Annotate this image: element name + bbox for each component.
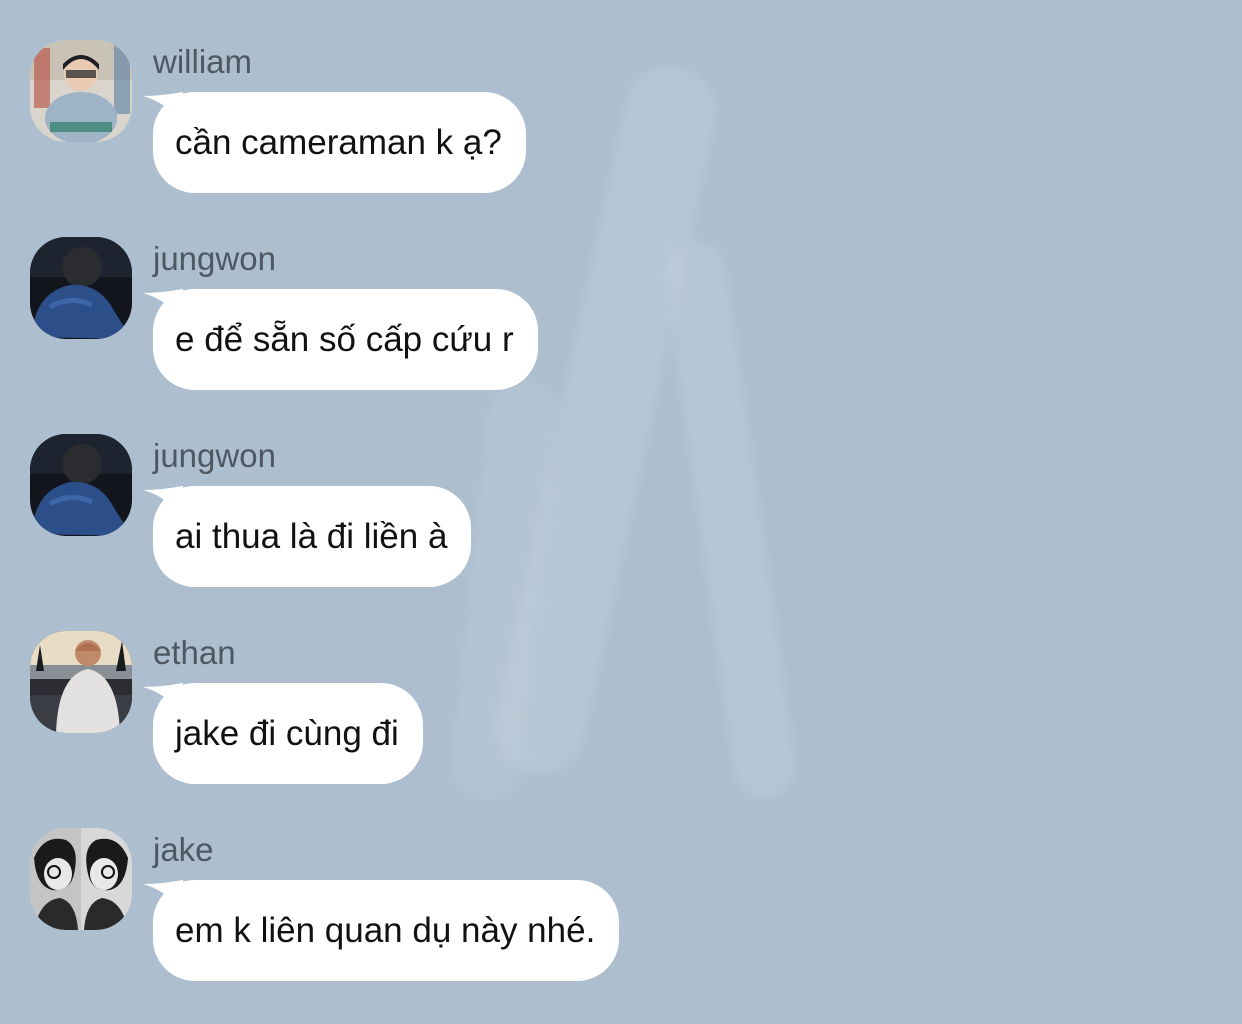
chat-message: ethan jake đi cùng đi [30, 631, 730, 791]
chat-background: william cần cameraman k ạ? jungwon e để … [0, 0, 1242, 1024]
jake-photo-avatar [30, 828, 132, 930]
sender-name: ethan [153, 634, 236, 671]
avatar[interactable] [30, 237, 132, 339]
message-bubble[interactable]: ai thua là đi liền à [153, 486, 472, 587]
sender-name: jungwon [153, 240, 276, 277]
avatar[interactable] [30, 40, 132, 142]
message-bubble[interactable]: e để sẵn số cấp cứu r [153, 289, 538, 390]
message-text: cần cameraman k ạ? [175, 122, 502, 162]
sender-name: jake [153, 831, 214, 868]
chat-message: jungwon e để sẵn số cấp cứu r [30, 237, 730, 397]
avatar[interactable] [30, 631, 132, 733]
message-text: ai thua là đi liền à [175, 516, 448, 556]
jungwon-photo-avatar [30, 237, 132, 339]
message-text: e để sẵn số cấp cứu r [175, 319, 514, 359]
sender-name: jungwon [153, 437, 276, 474]
message-text: jake đi cùng đi [175, 713, 399, 753]
avatar[interactable] [30, 828, 132, 930]
message-bubble[interactable]: cần cameraman k ạ? [153, 92, 526, 193]
chat-message: william cần cameraman k ạ? [30, 40, 730, 200]
message-text: em k liên quan dụ này nhé. [175, 910, 596, 950]
avatar[interactable] [30, 434, 132, 536]
jungwon-photo-avatar [30, 434, 132, 536]
ethan-photo-avatar [30, 631, 132, 733]
chat-message: jungwon ai thua là đi liền à [30, 434, 730, 594]
william-photo-avatar [30, 40, 132, 142]
message-bubble[interactable]: jake đi cùng đi [153, 683, 423, 784]
chat-message: jake em k liên quan dụ này nhé. [30, 828, 730, 988]
message-bubble[interactable]: em k liên quan dụ này nhé. [153, 880, 620, 981]
sender-name: william [153, 43, 252, 80]
